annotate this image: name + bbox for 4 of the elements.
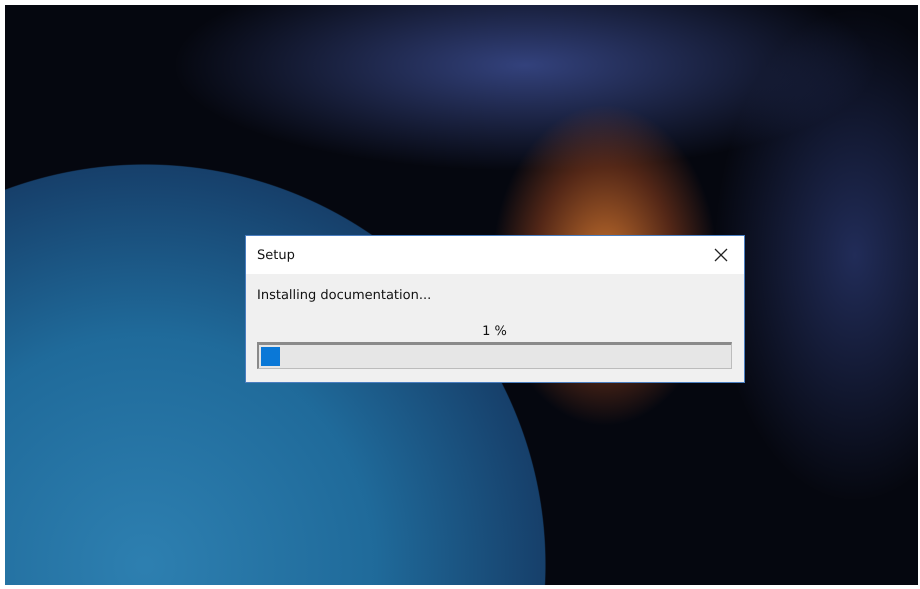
status-message: Installing documentation...	[257, 287, 432, 305]
close-icon	[714, 248, 728, 262]
percent-label: 1 %	[482, 324, 507, 340]
window-title: Setup	[257, 248, 295, 262]
